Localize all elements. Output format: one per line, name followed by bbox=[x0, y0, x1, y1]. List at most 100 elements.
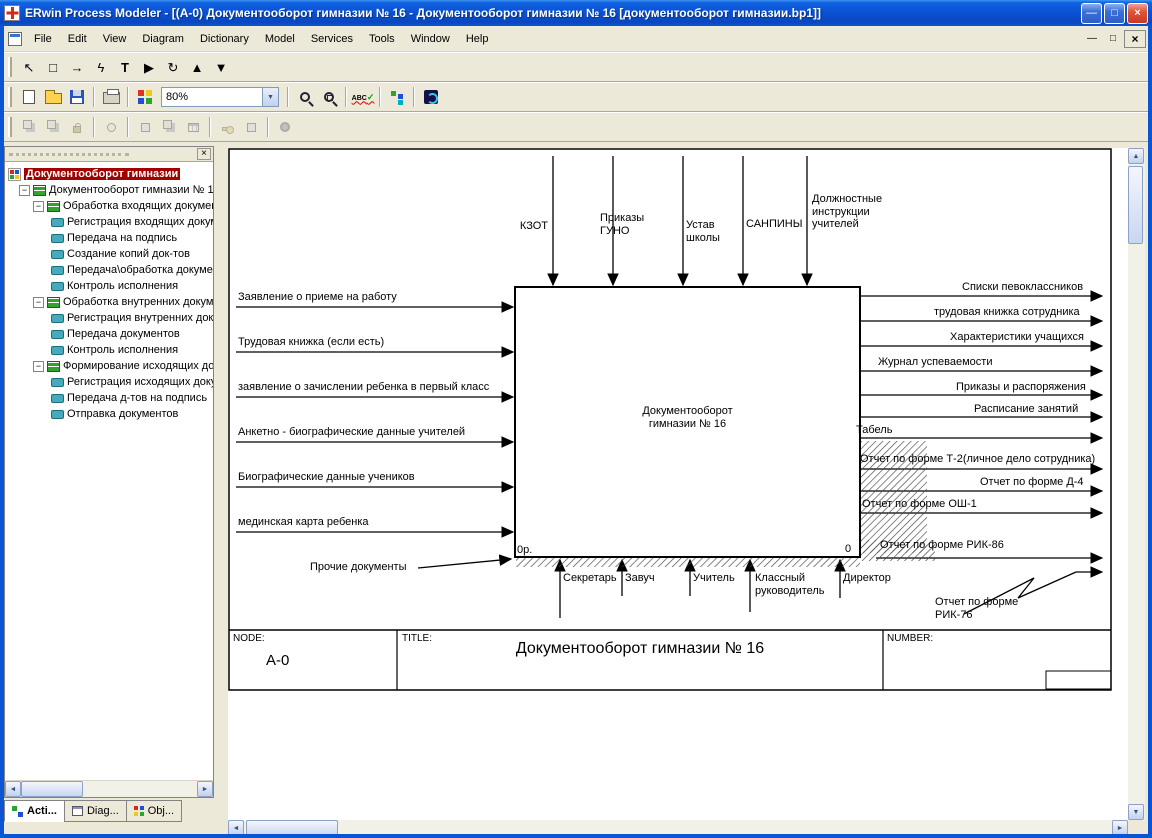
collapse-icon[interactable]: − bbox=[33, 201, 44, 212]
scrollbar-thumb[interactable] bbox=[1128, 166, 1143, 244]
input-label[interactable]: мединская карта ребенка bbox=[238, 516, 369, 529]
tree-item-leaf[interactable]: Передача документов bbox=[5, 326, 213, 342]
control-label[interactable]: Устав школы bbox=[686, 219, 720, 244]
minimize-button[interactable]: — bbox=[1081, 3, 1102, 24]
menu-edit[interactable]: Edit bbox=[60, 30, 95, 48]
tree-item-activity[interactable]: − Обработка внутренних документов bbox=[5, 294, 213, 310]
control-label[interactable]: Приказы ГУНО bbox=[600, 212, 644, 237]
output-label[interactable]: Расписание занятий bbox=[974, 403, 1078, 416]
output-label[interactable]: Журнал успеваемости bbox=[878, 356, 992, 369]
pointer-tool-button[interactable]: ↖ bbox=[17, 56, 41, 79]
panel-close-button[interactable]: × bbox=[197, 148, 211, 160]
scroll-right-button[interactable]: ► bbox=[197, 781, 213, 797]
diagram-canvas[interactable]: Документооборот гимназии № 16 0р. 0 КЗОТ… bbox=[228, 148, 1128, 820]
scroll-left-button[interactable]: ◄ bbox=[5, 781, 21, 797]
model-explorer-button[interactable] bbox=[385, 86, 409, 109]
control-label[interactable]: Должностные инструкции учителей bbox=[812, 193, 882, 231]
activity-box-tool-button[interactable]: □ bbox=[41, 56, 65, 79]
close-button[interactable]: × bbox=[1127, 3, 1148, 24]
output-label[interactable]: Отчет по форме Д-4 bbox=[980, 476, 1084, 489]
maximize-button[interactable]: □ bbox=[1104, 3, 1125, 24]
toolbar-grip[interactable] bbox=[8, 87, 12, 107]
input-label[interactable]: Анкетно - биографические данные учителей bbox=[238, 426, 465, 439]
new-button[interactable] bbox=[17, 86, 41, 109]
panel-splitter[interactable] bbox=[214, 142, 228, 834]
collapse-icon[interactable]: − bbox=[33, 361, 44, 372]
output-label[interactable]: Отчет по форме Т-2(личное дело сотрудник… bbox=[860, 453, 1095, 466]
tab-diagrams[interactable]: Diag... bbox=[64, 800, 127, 822]
menu-services[interactable]: Services bbox=[303, 30, 361, 48]
zoom-in-button[interactable] bbox=[293, 86, 317, 109]
vertical-scrollbar[interactable]: ▲ ▼ bbox=[1128, 148, 1145, 820]
input-label[interactable]: Прочие документы bbox=[310, 561, 407, 574]
collapse-icon[interactable]: − bbox=[33, 297, 44, 308]
panel-header[interactable]: × bbox=[5, 147, 213, 162]
output-label[interactable]: Характеристики учащихся bbox=[950, 331, 1084, 344]
tree-item-leaf[interactable]: Отправка документов bbox=[5, 406, 213, 422]
goto-parent-button[interactable]: ▲ bbox=[185, 56, 209, 79]
control-label[interactable]: КЗОТ bbox=[500, 220, 548, 233]
menu-model[interactable]: Model bbox=[257, 30, 303, 48]
output-label[interactable]: Приказы и распоряжения bbox=[956, 381, 1086, 394]
toolbar-grip[interactable] bbox=[8, 57, 12, 77]
menu-tools[interactable]: Tools bbox=[361, 30, 403, 48]
tree-item-activity[interactable]: − Формирование исходящих документов bbox=[5, 358, 213, 374]
tree-item-leaf[interactable]: Передача на подпись bbox=[5, 230, 213, 246]
goto-child-button[interactable]: ▶ bbox=[137, 56, 161, 79]
arrow-tool-button[interactable]: → bbox=[65, 56, 89, 79]
tab-objects[interactable]: Obj... bbox=[126, 800, 182, 822]
text-tool-button[interactable]: T bbox=[113, 56, 137, 79]
tree-item-leaf[interactable]: Регистрация внутренних документов bbox=[5, 310, 213, 326]
output-label[interactable]: Отчет по форме РИК-86 bbox=[880, 539, 1004, 552]
menu-diagram[interactable]: Diagram bbox=[134, 30, 192, 48]
control-label[interactable]: САНПИНЫ bbox=[746, 218, 802, 231]
menu-dictionary[interactable]: Dictionary bbox=[192, 30, 257, 48]
squiggle-tool-button[interactable]: ϟ bbox=[89, 56, 113, 79]
tree-item-model[interactable]: Документооборот гимназии bbox=[5, 166, 213, 182]
spell-check-button[interactable]: ABC✓ bbox=[351, 86, 375, 109]
panel-horizontal-scrollbar[interactable]: ◄ ► bbox=[5, 780, 213, 797]
scroll-down-button[interactable]: ▼ bbox=[1128, 804, 1144, 820]
mdi-minimize-button[interactable]: — bbox=[1082, 30, 1102, 48]
tree-item-context[interactable]: − Документооборот гимназии № 16 bbox=[5, 182, 213, 198]
scrollbar-track[interactable] bbox=[21, 781, 197, 797]
input-label[interactable]: Трудовая книжка (если есть) bbox=[238, 336, 384, 349]
scrollbar-track[interactable] bbox=[1128, 164, 1145, 804]
tree-item-leaf[interactable]: Передача\обработка документов bbox=[5, 262, 213, 278]
modelmart-button[interactable] bbox=[419, 86, 443, 109]
toolbar-grip[interactable] bbox=[8, 117, 12, 137]
mechanism-label[interactable]: Завуч bbox=[625, 572, 655, 585]
menu-window[interactable]: Window bbox=[403, 30, 458, 48]
mechanism-label[interactable]: Директор bbox=[843, 572, 891, 585]
zoom-area-button[interactable] bbox=[317, 86, 341, 109]
menu-file[interactable]: File bbox=[26, 30, 60, 48]
open-button[interactable] bbox=[41, 86, 65, 109]
save-button[interactable] bbox=[65, 86, 89, 109]
tree-item-leaf[interactable]: Контроль исполнения bbox=[5, 342, 213, 358]
tree-item-leaf[interactable]: Передача д-тов на подпись bbox=[5, 390, 213, 406]
zoom-combobox[interactable]: 80% ▼ bbox=[161, 87, 279, 107]
menu-help[interactable]: Help bbox=[458, 30, 497, 48]
drill-down-button[interactable]: ▼ bbox=[209, 56, 233, 79]
scrollbar-thumb[interactable] bbox=[21, 781, 83, 797]
color-settings-button[interactable] bbox=[133, 86, 157, 109]
mechanism-label[interactable]: Секретарь bbox=[563, 572, 617, 585]
tree-item-leaf[interactable]: Регистрация исходящих документов bbox=[5, 374, 213, 390]
collapse-icon[interactable]: − bbox=[19, 185, 30, 196]
tree-item-leaf[interactable]: Создание копий док-тов bbox=[5, 246, 213, 262]
input-label[interactable]: Биографические данные учеников bbox=[238, 471, 415, 484]
input-label[interactable]: заявление о зачислении ребенка в первый … bbox=[238, 381, 489, 394]
scroll-up-button[interactable]: ▲ bbox=[1128, 148, 1144, 164]
tree-item-leaf[interactable]: Регистрация входящих документов bbox=[5, 214, 213, 230]
document-icon[interactable] bbox=[8, 32, 22, 46]
tab-activities[interactable]: Acti... bbox=[4, 800, 65, 822]
menu-view[interactable]: View bbox=[95, 30, 135, 48]
mdi-restore-button[interactable]: □ bbox=[1103, 30, 1123, 48]
tree-item-leaf[interactable]: Контроль исполнения bbox=[5, 278, 213, 294]
refresh-button[interactable]: ↻ bbox=[161, 56, 185, 79]
output-label[interactable]: Списки певоклассников bbox=[962, 281, 1083, 294]
input-label[interactable]: Заявление о приеме на работу bbox=[238, 291, 397, 304]
output-label[interactable]: Отчет по форме ОШ-1 bbox=[862, 498, 977, 511]
output-label[interactable]: Табель bbox=[856, 424, 892, 437]
tree-item-activity[interactable]: − Обработка входящих документов bbox=[5, 198, 213, 214]
